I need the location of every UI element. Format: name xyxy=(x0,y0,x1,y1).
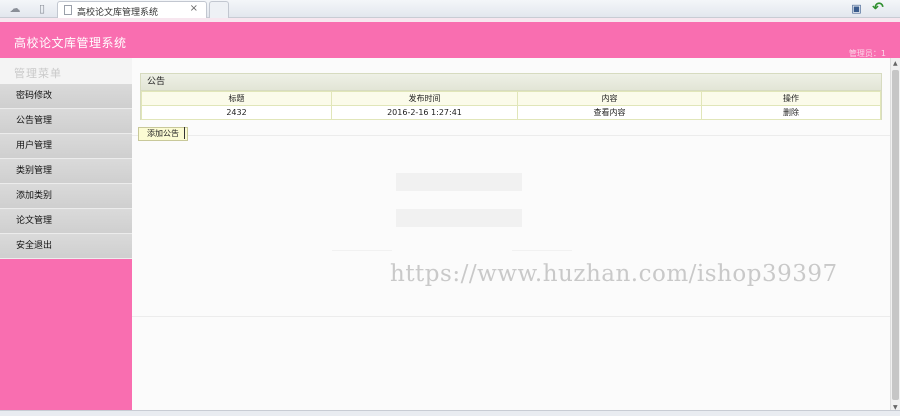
sidebar-item-papers[interactable]: 论文管理 xyxy=(0,209,132,234)
sidebar-menu: 密码修改 公告管理 用户管理 类别管理 添加类别 论文管理 安全退出 xyxy=(0,84,132,259)
page-icon xyxy=(64,5,72,15)
divider xyxy=(132,316,890,317)
sidebar-item-categories[interactable]: 类别管理 xyxy=(0,159,132,184)
sidebar-item-announcements[interactable]: 公告管理 xyxy=(0,109,132,134)
sidebar-item-users[interactable]: 用户管理 xyxy=(0,134,132,159)
column-header: 内容 xyxy=(517,91,702,106)
faded-field xyxy=(396,173,522,191)
panel-title: 公告 xyxy=(141,74,881,91)
scroll-up-icon[interactable]: ▲ xyxy=(893,60,898,67)
table-header-row: 标题 发布时间 内容 操作 xyxy=(141,91,881,106)
scrollbar[interactable]: ▲ ▼ xyxy=(890,58,900,413)
divider xyxy=(132,135,890,136)
faded-line xyxy=(332,250,392,251)
back-arrow-icon[interactable]: ↶ xyxy=(870,1,886,16)
sidebar-item-password[interactable]: 密码修改 xyxy=(0,84,132,109)
watermark: https://www.huzhan.com/ishop39397 xyxy=(390,261,838,287)
text-cursor-icon xyxy=(184,127,189,139)
new-tab-icon[interactable] xyxy=(209,1,229,18)
site-header: 高校论文库管理系统 管理员：1 xyxy=(0,18,900,58)
sidebar: 管理菜单 密码修改 公告管理 用户管理 类别管理 添加类别 论文管理 安全退出 xyxy=(0,58,132,413)
browser-toolbar: ☁ ▯ 高校论文库管理系统 × ▣ ↶ xyxy=(0,0,900,18)
column-header: 标题 xyxy=(141,91,332,106)
status-bar xyxy=(0,410,900,416)
cell-time: 2016-2-16 1:27:41 xyxy=(331,105,518,120)
scrollbar-thumb[interactable] xyxy=(892,70,899,400)
faded-field xyxy=(396,209,522,227)
column-header: 发布时间 xyxy=(331,91,518,106)
main-content: 公告 标题 发布时间 内容 操作 2432 2016-2-16 1:27:41 … xyxy=(132,58,890,413)
site-title: 高校论文库管理系统 xyxy=(14,36,127,50)
faded-line xyxy=(512,250,572,251)
sidebar-item-add-category[interactable]: 添加类别 xyxy=(0,184,132,209)
table-row: 2432 2016-2-16 1:27:41 查看内容 删除 xyxy=(141,105,881,120)
menu-header: 管理菜单 xyxy=(0,58,132,84)
cloud-icon[interactable]: ☁ xyxy=(9,3,21,15)
sidebar-icon[interactable]: ▯ xyxy=(36,3,48,15)
announcement-table: 标题 发布时间 内容 操作 2432 2016-2-16 1:27:41 查看内… xyxy=(141,91,881,120)
close-icon[interactable]: × xyxy=(190,3,198,14)
column-header: 操作 xyxy=(701,91,881,106)
delete-link[interactable]: 删除 xyxy=(783,108,799,117)
cell-title: 2432 xyxy=(141,105,332,120)
browser-tab[interactable]: 高校论文库管理系统 × xyxy=(57,1,207,18)
sidebar-item-logout[interactable]: 安全退出 xyxy=(0,234,132,259)
announcement-panel: 公告 标题 发布时间 内容 操作 2432 2016-2-16 1:27:41 … xyxy=(140,73,882,120)
menu-title: 管理菜单 xyxy=(14,67,62,80)
view-content-link[interactable]: 查看内容 xyxy=(594,108,626,117)
add-announcement-button[interactable]: 添加公告 xyxy=(138,127,188,141)
translate-icon[interactable]: ▣ xyxy=(850,2,863,15)
tab-title: 高校论文库管理系统 xyxy=(77,8,159,18)
